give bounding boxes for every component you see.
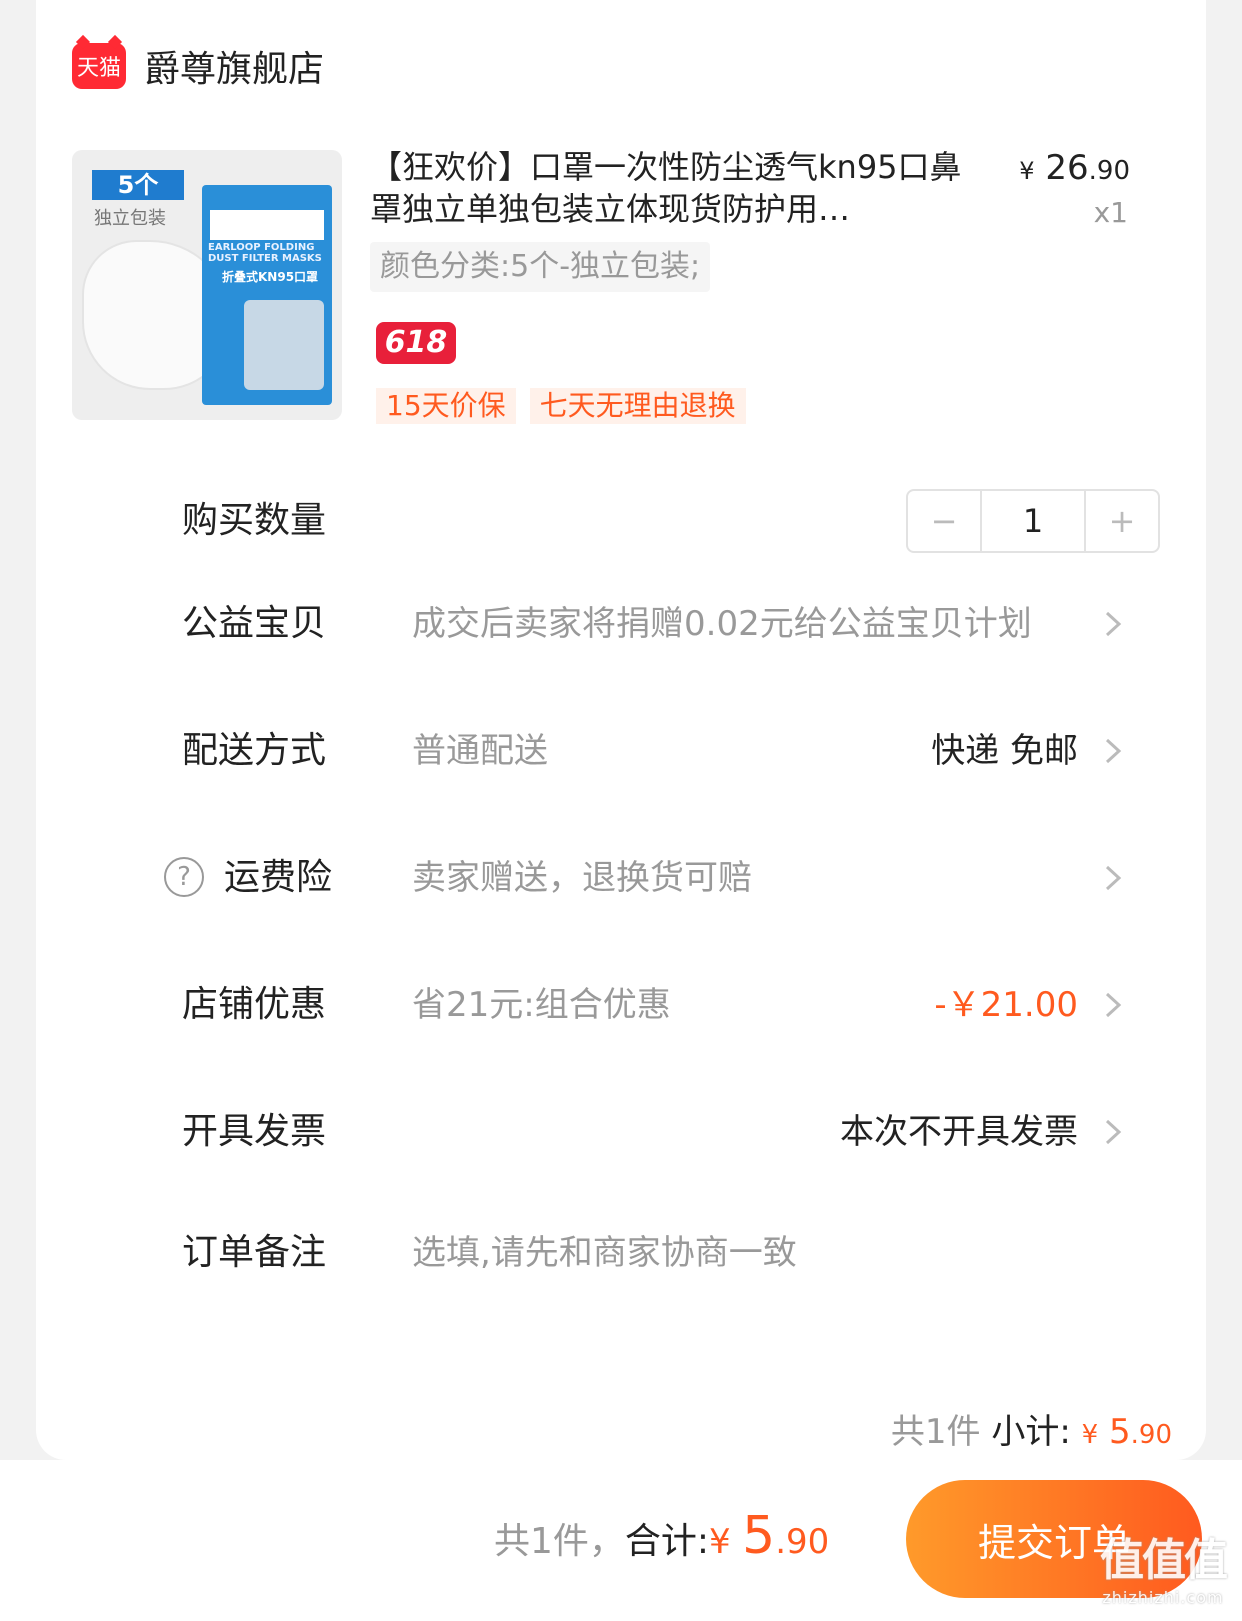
product-qty: x1 (1093, 196, 1128, 229)
price-symbol: ¥ (1019, 157, 1035, 185)
quantity-stepper[interactable]: − 1 + (906, 489, 1160, 553)
shop-header[interactable]: 天猫 爵尊旗舰店 (72, 38, 324, 94)
row-store-discount[interactable]: 店铺优惠 省21元:组合优惠 -￥21.00 (36, 965, 1206, 1045)
pack-band (210, 210, 324, 240)
quantity-label: 购买数量 (182, 500, 327, 541)
delivery-desc: 普通配送 (412, 731, 548, 771)
subtotal-symbol: ¥ (1081, 1420, 1099, 1450)
subtotal: 共1件 小计: ¥ 5.90 (891, 1404, 1172, 1453)
pack-text-cn: 折叠式KN95口罩 (222, 270, 319, 284)
total-dec: .90 (775, 1522, 830, 1562)
watermark: 值值值 zhizhizhi.com (1100, 1524, 1228, 1607)
plus-button[interactable]: + (1086, 491, 1158, 551)
order-note-input[interactable]: 选填,请先和商家协商一致 (412, 1213, 797, 1293)
price-int: 26 (1045, 148, 1089, 188)
delivery-value: 快递 免邮 (931, 731, 1078, 771)
thumb-badge: 5个 (92, 170, 184, 200)
chevron-right-icon (1105, 1119, 1122, 1145)
invoice-label: 开具发票 (182, 1111, 327, 1152)
chevron-right-icon (1105, 738, 1122, 764)
sku-label: 颜色分类:5个-独立包装; (370, 242, 711, 292)
thumb-sub: 独立包装 (94, 208, 166, 229)
total-int: 5 (742, 1506, 776, 1566)
discount-label: 店铺优惠 (182, 984, 327, 1025)
invoice-value: 本次不开具发票 (840, 1112, 1078, 1152)
chevron-right-icon (1105, 611, 1122, 637)
service-tags: 15天价保 七天无理由退换 (376, 388, 746, 424)
delivery-label: 配送方式 (182, 730, 327, 771)
product-price: ¥ 26.90 (1019, 148, 1130, 188)
row-delivery[interactable]: 配送方式 普通配送 快递 免邮 (36, 711, 1206, 791)
subtotal-label: 小计: (991, 1412, 1071, 1452)
discount-value: -￥21.00 (934, 985, 1078, 1025)
pack-text-en: EARLOOP FOLDING DUST FILTER MASKS (208, 242, 322, 264)
total-symbol: ¥ (709, 1522, 731, 1562)
note-label: 订单备注 (182, 1232, 327, 1273)
promo-618-tag: 618 (376, 322, 456, 364)
product-thumbnail[interactable]: 5个 独立包装 EARLOOP FOLDING DUST FILTER MASK… (72, 150, 342, 420)
discount-desc: 省21元:组合优惠 (412, 985, 671, 1025)
tag-price-protect: 15天价保 (376, 388, 516, 424)
charity-label: 公益宝贝 (182, 603, 327, 644)
watermark-logo: 值值值 (1100, 1535, 1228, 1586)
subtotal-int: 5 (1109, 1412, 1131, 1452)
total-label: 合计: (624, 1521, 710, 1562)
chevron-right-icon (1105, 865, 1122, 891)
quantity-input[interactable]: 1 (980, 491, 1086, 551)
pack-face-image (244, 300, 324, 390)
row-shipping-insurance[interactable]: ? 运费险 卖家赠送，退换货可赔 (36, 838, 1206, 918)
order-total: 共1件，合计:¥ 5.90 (494, 1506, 829, 1566)
row-invoice[interactable]: 开具发票 本次不开具发票 (36, 1092, 1206, 1172)
row-charity[interactable]: 公益宝贝 成交后卖家将捐赠0.02元给公益宝贝计划 (36, 584, 1206, 664)
chevron-right-icon (1105, 992, 1122, 1018)
subtotal-count: 共1件 (890, 1412, 981, 1452)
charity-desc: 成交后卖家将捐赠0.02元给公益宝贝计划 (412, 604, 1032, 644)
minus-button[interactable]: − (908, 491, 980, 551)
row-order-note[interactable]: 订单备注 选填,请先和商家协商一致 (36, 1213, 1206, 1293)
price-dec: .90 (1088, 156, 1130, 186)
shop-name[interactable]: 爵尊旗舰店 (144, 40, 324, 92)
tmall-logo: 天猫 (72, 43, 126, 89)
subtotal-dec: .90 (1130, 1420, 1172, 1450)
product-title[interactable]: 【狂欢价】口罩一次性防尘透气kn95口鼻罩独立单独包装立体现货防护用… (370, 146, 980, 232)
tag-return: 七天无理由退换 (529, 388, 746, 424)
insurance-desc: 卖家赠送，退换货可赔 (412, 858, 752, 898)
watermark-url: zhizhizhi.com (1102, 1588, 1224, 1607)
insurance-label: 运费险 (224, 857, 333, 898)
help-icon[interactable]: ? (164, 857, 204, 897)
total-count: 共1件， (494, 1521, 625, 1562)
